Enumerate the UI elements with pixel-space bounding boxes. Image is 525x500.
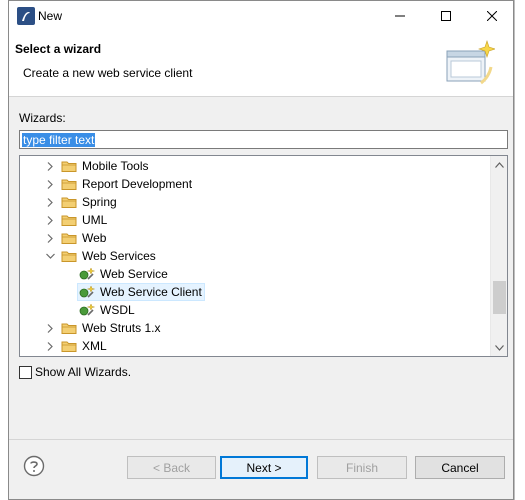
background-window-left: [0, 0, 8, 500]
filter-field[interactable]: type filter text: [19, 130, 508, 149]
tree-folder-item[interactable]: Mobile Tools: [20, 157, 490, 175]
new-wizard-dialog: New Select a wizard Create a new web ser…: [8, 0, 514, 500]
filter-selected-text: type filter text: [22, 133, 96, 147]
scroll-down-button[interactable]: [491, 339, 507, 356]
tree-item-label: XML: [82, 339, 107, 353]
close-icon: [487, 11, 497, 21]
wizard-banner: Select a wizard Create a new web service…: [9, 31, 513, 97]
chevron-right-icon[interactable]: [45, 175, 55, 193]
finish-button[interactable]: Finish: [317, 456, 407, 479]
folder-icon: [61, 158, 77, 174]
background-window-right: [514, 0, 525, 500]
tree-item-label: Spring: [82, 195, 117, 209]
chevron-right-icon[interactable]: [45, 211, 55, 229]
chevron-right-icon[interactable]: [45, 157, 55, 175]
tree-item-label: Mobile Tools: [82, 159, 149, 173]
chevron-right-icon[interactable]: [45, 337, 55, 355]
wizard-icon: [79, 266, 95, 282]
tree-item-label: Web Services: [82, 249, 156, 263]
close-button[interactable]: [469, 1, 515, 31]
tree-wizard-item[interactable]: Web Service: [20, 265, 490, 283]
help-icon[interactable]: [23, 455, 45, 477]
tree-item-label: Web Service: [100, 267, 168, 281]
folder-icon: [61, 230, 77, 246]
chevron-up-icon: [495, 161, 504, 168]
chevron-right-icon[interactable]: [45, 319, 55, 337]
tree-item-label: WSDL: [100, 303, 135, 317]
folder-icon: [61, 248, 77, 264]
folder-icon: [61, 212, 77, 228]
tree-item-label: Web: [82, 231, 107, 245]
minimize-icon: [395, 15, 405, 17]
wizard-icon: [79, 302, 95, 318]
tree-wizard-item[interactable]: Web Service Client: [20, 283, 490, 301]
button-bar-separator: [9, 439, 513, 440]
wizard-banner-icon: [446, 40, 495, 85]
folder-icon: [61, 338, 77, 354]
chevron-down-icon[interactable]: [45, 247, 55, 265]
folder-icon: [61, 176, 77, 192]
tree-vertical-scrollbar[interactable]: [490, 156, 507, 356]
wizard-icon: [79, 284, 95, 300]
show-all-wizards-option[interactable]: Show All Wizards.: [19, 365, 131, 379]
next-button[interactable]: Next >: [220, 456, 308, 479]
chevron-down-icon: [495, 344, 504, 351]
chevron-right-icon[interactable]: [45, 229, 55, 247]
tree-folder-item[interactable]: Web Services: [20, 247, 490, 265]
title-bar: New: [9, 1, 513, 31]
tree-folder-item[interactable]: Report Development: [20, 175, 490, 193]
maximize-icon: [441, 11, 451, 21]
banner-heading: Select a wizard: [15, 42, 102, 56]
scroll-thumb[interactable]: [493, 281, 506, 314]
tree-item-label: Report Development: [82, 177, 193, 191]
tree-folder-item[interactable]: Web Struts 1.x: [20, 319, 490, 337]
banner-description: Create a new web service client: [23, 66, 193, 80]
wizard-tree[interactable]: Mobile Tools Report Development Spring UML W…: [19, 155, 508, 357]
scroll-up-button[interactable]: [491, 156, 507, 173]
tree-item-label: Web Service Client: [100, 285, 202, 299]
tree-wizard-item[interactable]: WSDL: [20, 301, 490, 319]
show-all-label: Show All Wizards.: [35, 365, 132, 379]
tree-item-label: UML: [82, 213, 108, 227]
tree-folder-item[interactable]: Web: [20, 229, 490, 247]
eclipse-app-icon: [17, 7, 35, 25]
back-button[interactable]: < Back: [127, 456, 216, 479]
tree-folder-item[interactable]: UML: [20, 211, 490, 229]
tree-folder-item[interactable]: XML: [20, 337, 490, 355]
maximize-button[interactable]: [423, 1, 469, 31]
show-all-checkbox[interactable]: [19, 365, 32, 379]
tree-item-label: Web Struts 1.x: [82, 321, 161, 335]
folder-icon: [61, 320, 77, 336]
window-title: New: [38, 9, 63, 23]
folder-icon: [61, 194, 77, 210]
minimize-button[interactable]: [377, 1, 423, 31]
cancel-button[interactable]: Cancel: [415, 456, 505, 479]
tree-folder-item[interactable]: Spring: [20, 193, 490, 211]
chevron-right-icon[interactable]: [45, 193, 55, 211]
wizards-label: Wizards:: [19, 111, 66, 125]
